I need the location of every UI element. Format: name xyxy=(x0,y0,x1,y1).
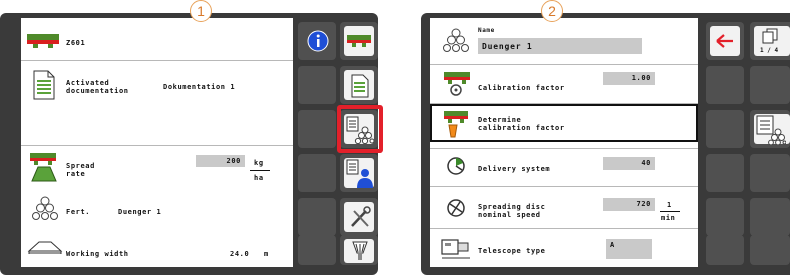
page-indicator: 1 / 4 xyxy=(760,47,779,54)
softkey-empty-2-3[interactable] xyxy=(706,154,744,192)
main-panel-1 xyxy=(21,18,293,267)
fertilizer-label: Fert. xyxy=(66,208,91,216)
disc-speed-icon xyxy=(446,198,466,218)
softkey-empty-2-4[interactable] xyxy=(706,198,744,236)
back-arrow-icon xyxy=(716,34,734,48)
spreader-icon xyxy=(346,34,372,48)
documentation-label: Activated documentation xyxy=(66,79,129,95)
unit-fraction-line xyxy=(660,211,680,212)
working-width-label: Working width xyxy=(66,250,129,258)
document-icon xyxy=(33,70,55,100)
callout-2: 2 xyxy=(541,0,563,22)
softkey-pages[interactable]: 1 / 4 xyxy=(750,22,790,60)
calibration-icon xyxy=(443,71,471,97)
delivery-system-field[interactable]: 40 xyxy=(603,157,655,170)
softkey-empty-1-2[interactable] xyxy=(298,110,336,148)
highlight-frame xyxy=(337,105,383,153)
fertilizer-list-icon xyxy=(756,115,786,145)
softkey-info[interactable] xyxy=(298,22,336,60)
main-panel-2 xyxy=(430,18,698,267)
softkey-empty-3-1[interactable] xyxy=(750,66,790,104)
delivery-system-label: Delivery system xyxy=(478,165,551,173)
softkey-empty-2-2[interactable] xyxy=(706,110,744,148)
softkey-empty-1-1[interactable] xyxy=(298,66,336,104)
name-field[interactable]: Duenger 1 xyxy=(478,38,642,54)
disc-speed-unit-bottom: min xyxy=(661,214,676,222)
disc-speed-unit-top: 1 xyxy=(667,201,672,209)
working-width-icon xyxy=(27,239,63,255)
softkey-tools[interactable] xyxy=(340,198,378,236)
callout-1: 1 xyxy=(190,0,212,22)
telescope-type-label: Telescope type xyxy=(478,247,546,255)
disc-speed-field[interactable]: 720 xyxy=(603,198,655,211)
calibration-factor-label: Calibration factor xyxy=(478,84,565,92)
document-icon xyxy=(351,74,369,98)
spread-rate-field[interactable]: 200 xyxy=(196,155,245,167)
fertilizer-icon xyxy=(443,28,469,54)
fertilizer-icon xyxy=(32,196,58,222)
spreader-icon xyxy=(25,32,61,50)
softkey-empty-1-3[interactable] xyxy=(298,154,336,192)
softkey-empty-3-4[interactable] xyxy=(750,235,790,265)
disc-speed-label: Spreading disc nominal speed xyxy=(478,203,546,219)
spread-rate-unit-top: kg xyxy=(254,159,264,167)
working-width-value: 24.0 xyxy=(230,250,250,258)
softkey-empty-1-5[interactable] xyxy=(298,235,336,265)
spreader-rate-icon xyxy=(28,151,58,185)
softkey-fertilizer-list[interactable] xyxy=(750,110,790,148)
machine-name: Z601 xyxy=(66,39,86,47)
fertilizer-value[interactable]: Duenger 1 xyxy=(118,208,161,216)
telescope-type-field[interactable]: A xyxy=(606,239,652,259)
working-width-unit: m xyxy=(264,250,269,258)
documentation-value[interactable]: Dokumentation 1 xyxy=(163,83,235,91)
calibration-test-icon xyxy=(443,110,469,138)
user-database-icon xyxy=(346,159,374,189)
calibration-factor-field[interactable]: 1.00 xyxy=(603,72,655,85)
softkey-empty-3-2[interactable] xyxy=(750,154,790,192)
spread-rate-label: Spread rate xyxy=(66,162,95,178)
spread-rate-unit-bottom: ha xyxy=(254,174,264,182)
softkey-empty-2-5[interactable] xyxy=(706,235,744,265)
delivery-system-icon xyxy=(446,156,466,176)
name-label: Name xyxy=(478,27,495,34)
tools-icon xyxy=(348,206,372,230)
softkey-back[interactable] xyxy=(706,22,744,60)
softkey-user-database[interactable] xyxy=(340,154,378,192)
pages-icon xyxy=(762,28,778,44)
name-value: Duenger 1 xyxy=(482,42,533,51)
telescope-icon xyxy=(440,236,472,262)
softkey-empty-3-3[interactable] xyxy=(750,198,790,236)
softkey-spreader[interactable] xyxy=(340,22,378,60)
softkey-empty-1-4[interactable] xyxy=(298,198,336,236)
unit-fraction-line xyxy=(250,170,270,171)
determine-calibration-label: Determine calibration factor xyxy=(478,116,565,132)
info-icon xyxy=(307,30,329,52)
softkey-machine[interactable] xyxy=(340,235,378,265)
softkey-documentation[interactable] xyxy=(340,66,378,104)
machine-icon xyxy=(352,241,368,261)
softkey-empty-2-1[interactable] xyxy=(706,66,744,104)
